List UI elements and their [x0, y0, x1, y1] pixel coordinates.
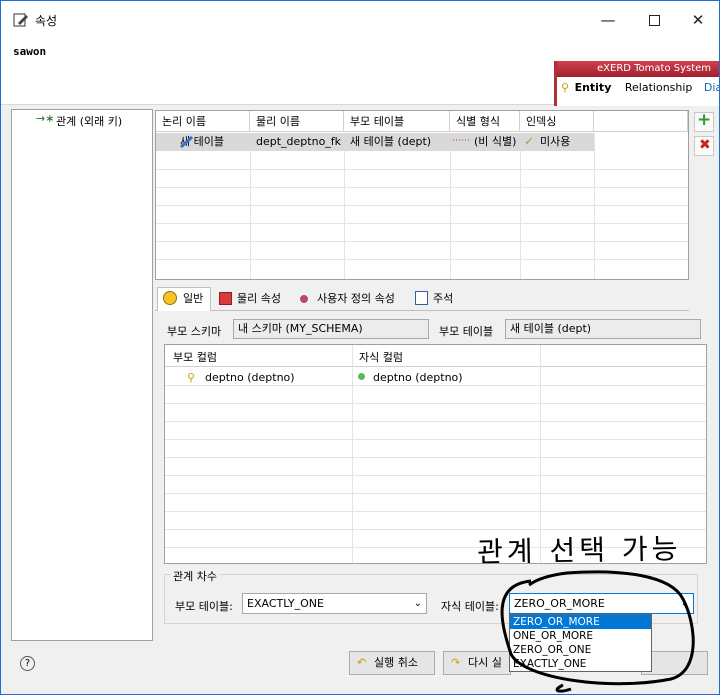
title-bar: 속성 — ✕: [1, 1, 719, 39]
parent-schema-field[interactable]: 내 스키마 (MY_SCHEMA): [233, 319, 429, 339]
help-icon[interactable]: ?: [20, 656, 35, 671]
minimize-icon: —: [600, 11, 616, 29]
delete-icon: ✖: [699, 137, 711, 153]
column-header-indexing[interactable]: 인덱싱: [520, 111, 594, 132]
close-icon: ✕: [691, 11, 705, 29]
column-header-parent-column[interactable]: 부모 컬럼: [173, 349, 217, 365]
column-header-ident[interactable]: 식별 형식: [450, 111, 520, 132]
parent-column-cell[interactable]: deptno (deptno): [205, 371, 295, 384]
parent-cardinality-value: EXACTLY_ONE: [247, 597, 324, 610]
cell-indexing: 미사용: [540, 135, 571, 148]
side-list-item[interactable]: →∗ 관계 (외래 키): [14, 112, 150, 128]
delete-relationship-button[interactable]: ✖: [694, 136, 714, 156]
exerd-tabs: ⚲ Entity Relationship Diag: [561, 81, 719, 101]
exerd-banner: eXERD Tomato System ⚲ Entity Relationshi…: [554, 61, 719, 106]
tab-general-label: 일반: [183, 292, 204, 305]
header-band: sawon eXERD Tomato System ⚲ Entity Relat…: [1, 39, 719, 106]
child-column-cell[interactable]: deptno (deptno): [373, 371, 463, 384]
tab-comment[interactable]: 주석: [411, 288, 453, 310]
tab-strip-line: [155, 310, 689, 311]
check-icon: ✓: [524, 134, 535, 148]
undo-button[interactable]: ↶ 실행 취소: [349, 651, 435, 675]
parent-schema-label: 부모 스키마: [167, 325, 222, 338]
key-icon: ⚲: [187, 371, 196, 384]
tab-entity[interactable]: Entity: [575, 81, 612, 94]
column-header-physical[interactable]: 물리 이름: [250, 111, 344, 132]
maximize-button[interactable]: [631, 1, 677, 39]
cardinality-group-label: 관계 차수: [171, 568, 219, 584]
side-list: →∗ 관계 (외래 키): [11, 109, 153, 641]
tab-custom[interactable]: 사용자 정의 속성: [295, 288, 395, 310]
redo-icon: ↷: [451, 656, 461, 669]
cell-physical: dept_deptno_fk: [256, 135, 342, 148]
exerd-brand: eXERD Tomato System: [557, 61, 719, 77]
maximize-icon: [648, 14, 660, 26]
key-icon: ⚲: [561, 81, 570, 94]
column-header-logical[interactable]: 논리 이름: [156, 111, 250, 132]
parent-cardinality-select[interactable]: EXACTLY_ONE ⌄: [242, 593, 427, 614]
side-list-item-label: 관계 (외래 키): [56, 115, 123, 128]
close-button[interactable]: ✕: [675, 1, 719, 39]
annotation-text: 관계 선택 가능: [476, 532, 682, 569]
relationship-table: 논리 이름 물리 이름 부모 테이블 식별 형식 인덱싱 새 테이블 dept_…: [155, 110, 689, 280]
minimize-button[interactable]: —: [585, 1, 631, 39]
column-header-child-column[interactable]: 자식 컬럼: [359, 349, 403, 365]
relationship-icon: [180, 136, 194, 148]
relation-arrow-icon: →∗: [36, 112, 55, 125]
tab-relationship[interactable]: Relationship: [625, 81, 693, 94]
entity-name: sawon: [13, 45, 47, 58]
cell-ident: (비 식별): [474, 135, 517, 148]
chevron-down-icon: ⌄: [413, 598, 422, 609]
cell-parent: 새 테이블 (dept): [350, 135, 432, 148]
plus-icon: +: [697, 110, 712, 130]
tab-diagram[interactable]: Diag: [704, 81, 719, 94]
column-dot-icon: [358, 373, 365, 380]
window-title: 속성: [35, 14, 58, 28]
column-header-parent[interactable]: 부모 테이블: [344, 111, 450, 132]
cell-logical: 새 테이블: [180, 135, 224, 148]
properties-dialog: 속성 — ✕ sawon eXERD Tomato System ⚲ Entit…: [0, 0, 720, 695]
parent-table-label: 부모 테이블: [439, 325, 494, 338]
add-relationship-button[interactable]: +: [694, 110, 714, 132]
edit-properties-icon: [13, 13, 28, 27]
column-header-empty: [594, 111, 688, 132]
parent-table-field[interactable]: 새 테이블 (dept): [505, 319, 701, 339]
undo-button-label: 실행 취소: [374, 656, 418, 669]
undo-icon: ↶: [357, 656, 367, 669]
tab-physical[interactable]: 물리 속성: [215, 288, 281, 310]
parent-cardinality-label: 부모 테이블:: [175, 600, 233, 613]
table-row[interactable]: 새 테이블 dept_deptno_fk 새 테이블 (dept) ⋯⋯ (비 …: [156, 133, 594, 151]
